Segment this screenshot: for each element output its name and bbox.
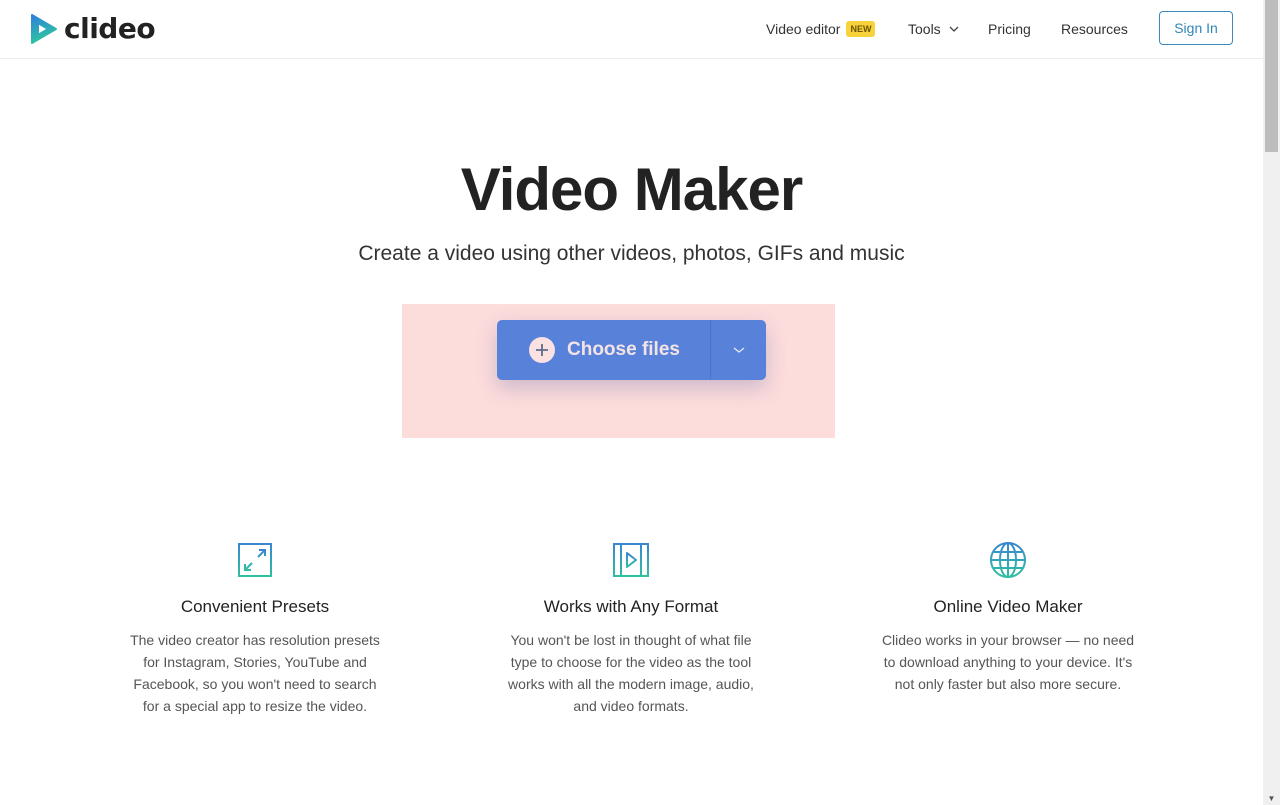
logo-link[interactable]: clideo bbox=[30, 12, 156, 45]
sign-in-button[interactable]: Sign In bbox=[1159, 11, 1233, 45]
scroll-down-arrow-icon[interactable]: ▼ bbox=[1267, 794, 1276, 803]
page-title: Video Maker bbox=[460, 156, 803, 223]
choose-files-label: Choose files bbox=[567, 339, 680, 360]
resize-arrows-icon bbox=[238, 543, 272, 577]
video-frame-icon bbox=[613, 543, 649, 577]
nav-pricing[interactable]: Pricing bbox=[988, 0, 1031, 58]
feature-title: Works with Any Format bbox=[543, 597, 719, 616]
clideo-logo-icon bbox=[31, 13, 57, 44]
feature-text: You won't be lost in thought of what fil… bbox=[508, 632, 754, 714]
new-badge: NEW bbox=[846, 21, 876, 37]
site-header: clideo Video editor NEW Tools Pricing Re… bbox=[0, 0, 1263, 59]
feature-card: Online Video Maker Clideo works in your … bbox=[878, 540, 1138, 695]
page-subtitle: Create a video using other videos, photo… bbox=[358, 242, 905, 265]
nav-video-editor[interactable]: Video editor NEW bbox=[766, 0, 876, 58]
chevron-down-icon bbox=[949, 26, 959, 32]
page: clideo Video editor NEW Tools Pricing Re… bbox=[0, 0, 1263, 805]
plus-circle-icon bbox=[529, 337, 555, 363]
chevron-down-icon bbox=[733, 347, 744, 353]
choose-files-button[interactable]: Choose files bbox=[497, 320, 711, 380]
feature-title: Convenient Presets bbox=[180, 597, 330, 616]
nav-tools-label: Tools bbox=[908, 21, 941, 37]
logo-text: clideo bbox=[64, 12, 156, 45]
nav-resources[interactable]: Resources bbox=[1061, 0, 1128, 58]
upload-options-dropdown[interactable] bbox=[711, 320, 766, 380]
feature-text: Clideo works in your browser — no need t… bbox=[881, 632, 1135, 692]
feature-text: The video creator has resolution presets… bbox=[130, 632, 380, 714]
page-scrollbar[interactable]: ▼ bbox=[1263, 0, 1280, 805]
nav-tools[interactable]: Tools bbox=[908, 0, 959, 58]
globe-icon bbox=[990, 542, 1026, 578]
choose-files-button-group: Choose files bbox=[497, 320, 766, 380]
feature-card: Convenient Presets The video creator has… bbox=[125, 540, 385, 717]
scrollbar-thumb[interactable] bbox=[1265, 0, 1278, 152]
feature-title: Online Video Maker bbox=[933, 597, 1083, 616]
nav-video-editor-label: Video editor bbox=[766, 21, 841, 37]
feature-card: Works with Any Format You won't be lost … bbox=[501, 540, 761, 717]
